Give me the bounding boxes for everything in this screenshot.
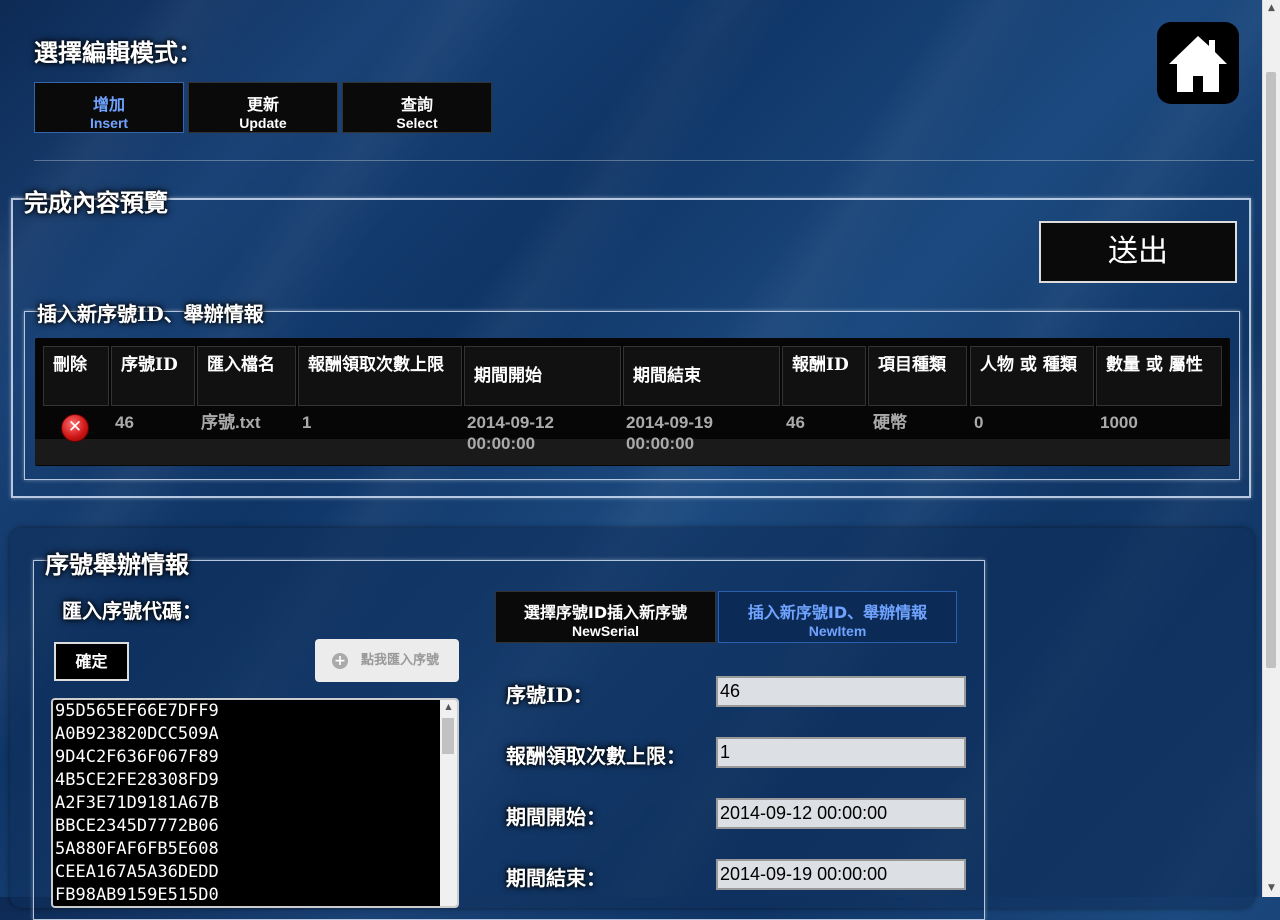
cell-end: 2014-09-19 00:00:00 — [626, 413, 713, 453]
page-scrollbar[interactable]: ▲ ▼ — [1262, 0, 1280, 897]
end-input[interactable]: 2014-09-19 00:00:00 — [716, 859, 966, 890]
serial-id-input[interactable]: 46 — [716, 676, 966, 707]
import-code-label: 匯入序號代碼： — [62, 599, 202, 623]
plus-icon: + — [332, 653, 348, 669]
code-line: 4B5CE2FE28308FD9 — [55, 770, 219, 790]
mode-title: 選擇編輯模式： — [34, 38, 202, 67]
cell-limit: 1 — [302, 413, 312, 432]
th-serial-id: 序號ID — [111, 346, 195, 406]
divider — [34, 160, 1254, 161]
insert-mode-button[interactable]: 增加 Insert — [34, 82, 184, 133]
confirm-button[interactable]: 確定 — [54, 642, 129, 681]
insert-mode-label-en: Insert — [89, 115, 129, 131]
scroll-up-arrow-icon[interactable]: ▲ — [440, 702, 457, 711]
limit-input[interactable]: 1 — [716, 737, 966, 768]
th-quantity: 數量 或 屬性 — [1096, 346, 1222, 406]
serial-legend: 序號舉辦情報 — [45, 550, 189, 579]
import-serial-label: 點我匯入序號 — [361, 653, 440, 668]
tab-new-serial[interactable]: 選擇序號ID插入新序號 NewSerial — [495, 591, 716, 643]
th-start: 期間開始 — [464, 346, 621, 406]
th-reward-id: 報酬ID — [782, 346, 866, 406]
th-character: 人物 或 種類 — [970, 346, 1094, 406]
serial-id-label: 序號ID： — [506, 683, 593, 707]
cell-item-type: 硬幣 — [873, 413, 907, 432]
th-delete: 刪除 — [43, 346, 109, 406]
tab-new-serial-label-en: NewSerial — [572, 623, 639, 639]
end-label: 期間結束： — [506, 866, 606, 890]
home-button[interactable] — [1157, 22, 1239, 104]
code-line: FB98AB9159E515D0 — [55, 885, 219, 905]
th-end: 期間結束 — [623, 346, 780, 406]
insert-mode-label-zh: 增加 — [92, 95, 125, 114]
insert-info-legend: 插入新序號ID、舉辦情報 — [37, 302, 264, 326]
tab-new-item-label-en: NewItem — [808, 623, 867, 639]
cell-serial-id: 46 — [115, 413, 134, 432]
code-line: A2F3E71D9181A67B — [55, 793, 219, 813]
update-mode-button[interactable]: 更新 Update — [188, 82, 338, 133]
delete-icon[interactable]: ✕ — [61, 414, 89, 442]
preview-table: 刪除 序號ID 匯入檔名 報酬領取次數上限 期間開始 期間結束 報酬ID 項目種… — [35, 338, 1230, 466]
select-mode-button[interactable]: 查詢 Select — [342, 82, 492, 133]
tab-new-item-label-zh: 插入新序號ID、舉辦情報 — [747, 603, 928, 622]
serial-codes-textarea[interactable]: 95D565EF66E7DFF9 A0B923820DCC509A 9D4C2F… — [51, 698, 459, 908]
select-mode-label-zh: 查詢 — [400, 95, 433, 114]
preview-legend: 完成內容預覽 — [24, 188, 168, 217]
textarea-scroll-thumb[interactable] — [442, 718, 454, 754]
tab-new-serial-label-zh: 選擇序號ID插入新序號 — [523, 603, 688, 622]
code-line: 9D4C2F636F067F89 — [55, 747, 219, 767]
limit-label: 報酬領取次數上限： — [506, 744, 686, 768]
code-line: BBCE2345D7772B06 — [55, 816, 219, 836]
tab-new-item[interactable]: 插入新序號ID、舉辦情報 NewItem — [718, 591, 957, 643]
th-item-type: 項目種類 — [868, 346, 967, 406]
code-line: 95D565EF66E7DFF9 — [55, 701, 219, 721]
cell-quantity: 1000 — [1100, 413, 1138, 432]
scroll-up-icon[interactable]: ▲ — [1263, 0, 1280, 17]
scroll-down-icon[interactable]: ▼ — [1263, 880, 1280, 897]
cell-start: 2014-09-12 00:00:00 — [467, 413, 554, 453]
cell-character: 0 — [974, 413, 984, 432]
home-icon — [1169, 36, 1227, 92]
code-line: A0B923820DCC509A — [55, 724, 219, 744]
send-button[interactable]: 送出 — [1039, 221, 1237, 283]
start-input[interactable]: 2014-09-12 00:00:00 — [716, 798, 966, 829]
update-mode-label-en: Update — [239, 115, 287, 131]
cell-reward-id: 46 — [786, 413, 805, 432]
select-mode-label-en: Select — [396, 115, 438, 131]
code-line: 5A880FAF6FB5E608 — [55, 839, 219, 859]
page-scroll-thumb[interactable] — [1266, 72, 1276, 668]
th-filename: 匯入檔名 — [197, 346, 296, 406]
code-line: CEEA167A5A36DEDD — [55, 862, 219, 882]
start-label: 期間開始： — [506, 805, 606, 829]
textarea-scrollbar[interactable]: ▲ — [440, 700, 457, 906]
update-mode-label-zh: 更新 — [246, 95, 279, 114]
cell-filename: 序號.txt — [201, 413, 261, 432]
import-serial-button[interactable]: + 點我匯入序號 — [315, 639, 459, 682]
th-limit: 報酬領取次數上限 — [298, 346, 462, 406]
